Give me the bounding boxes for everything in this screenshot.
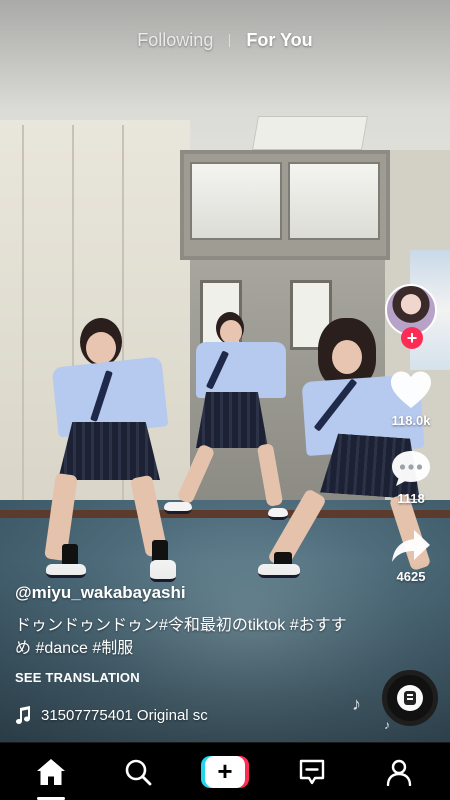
creator-avatar-button[interactable]: + <box>385 284 437 349</box>
window-pane <box>288 162 380 240</box>
window-pane <box>190 162 282 240</box>
share-arrow-icon <box>392 530 430 562</box>
bottom-navigation: + <box>0 742 450 800</box>
active-tab-indicator <box>37 796 66 800</box>
nav-discover[interactable] <box>110 746 166 798</box>
sound-disc-cover <box>397 685 423 711</box>
search-icon <box>125 759 152 785</box>
home-icon <box>37 758 66 785</box>
top-gradient <box>0 0 450 110</box>
tab-following[interactable]: Following <box>137 30 213 51</box>
follow-button[interactable]: + <box>401 327 423 349</box>
see-translation-link[interactable]: SEE TRANSLATION <box>15 670 375 685</box>
comment-button[interactable]: 1118 <box>390 448 432 506</box>
nav-create[interactable]: + <box>197 746 253 798</box>
floating-note-icon: ♪ <box>352 694 361 714</box>
heart-icon <box>391 371 431 408</box>
action-rail: + 118.0k 1118 4625 <box>382 284 440 584</box>
comment-icon <box>392 451 430 486</box>
plus-icon: + <box>204 755 245 788</box>
share-count: 4625 <box>396 569 426 584</box>
caption-text[interactable]: ドゥンドゥンドゥン#令和最初のtiktok #おすすめ #dance #制服 <box>15 614 355 660</box>
post-caption: @miyu_wakabayashi ドゥンドゥンドゥン#令和最初のtiktok … <box>15 583 375 685</box>
message-icon <box>299 759 324 784</box>
tab-divider <box>229 34 231 47</box>
like-button[interactable]: 118.0k <box>389 370 433 428</box>
feed-tabs: Following For You <box>0 30 450 51</box>
sound-disc-button[interactable] <box>382 670 438 726</box>
share-button[interactable]: 4625 <box>390 528 432 584</box>
floating-note-icon: ♪ <box>384 718 390 732</box>
sound-info[interactable]: 31507775401 Original sc <box>15 706 255 724</box>
wall-panel-line <box>22 125 24 525</box>
creator-username[interactable]: @miyu_wakabayashi <box>15 583 375 603</box>
transom-window <box>180 150 390 260</box>
sound-title: 31507775401 Original sc <box>41 706 208 724</box>
nav-inbox[interactable] <box>284 746 340 798</box>
person-icon <box>386 759 411 786</box>
like-count: 118.0k <box>391 413 431 428</box>
tab-for-you[interactable]: For You <box>246 30 312 51</box>
sticker-icon <box>404 691 416 705</box>
music-note-icon <box>16 706 30 724</box>
comment-count: 1118 <box>397 491 425 506</box>
nav-profile[interactable] <box>371 746 427 798</box>
nav-home[interactable] <box>23 746 79 800</box>
plus-icon: + <box>406 328 418 348</box>
create-button[interactable]: + <box>200 755 249 788</box>
ceiling-light <box>252 116 368 150</box>
